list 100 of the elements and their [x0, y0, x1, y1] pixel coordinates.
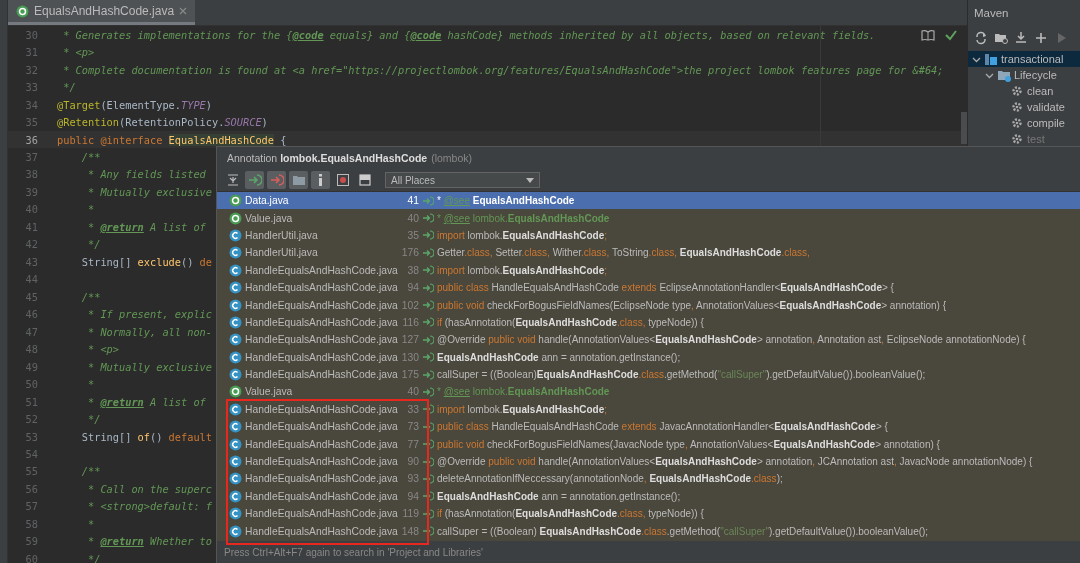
usage-row[interactable]: HandleEqualsAndHashCode.java 94 EqualsAndHashCode ann = annotation.getInstance(); — [217, 487, 1080, 506]
code-line: * — [87, 203, 95, 216]
code-line: /** — [80, 465, 101, 478]
file-name: HandleEqualsAndHashCode.java — [245, 334, 397, 346]
scrollbar[interactable] — [961, 112, 967, 144]
arrow-icon — [422, 352, 434, 363]
usage-row[interactable]: HandleEqualsAndHashCode.java 33 import lombok.EqualsAndHashCode; — [217, 400, 1080, 419]
class-icon — [229, 524, 242, 538]
class-icon — [229, 263, 242, 277]
gear-icon — [1010, 100, 1024, 114]
hint-text: Press Ctrl+Alt+F7 again to search in 'Project and Libraries' — [217, 541, 1080, 563]
usage-row[interactable]: Value.java 40 * @see lombok.EqualsAndHashCode — [217, 383, 1080, 401]
usage-row[interactable]: HandlerUtil.java 35 import lombok.EqualsAndHashCode; — [217, 226, 1080, 245]
usage-code: * @see lombok.EqualsAndHashCode — [437, 212, 611, 224]
usage-row[interactable]: HandleEqualsAndHashCode.java 93 deleteAnnotationIfNeccessary(annotationNode, EqualsAndHashCode.class); — [217, 470, 1080, 488]
usage-code: callSuper = ((Boolean)EqualsAndHashCode.class.getMethod("callSuper").getDefaultValue()).booleanValue(); — [437, 369, 927, 381]
code-line: * Complete documentation is found at <a href="https://projectlombok.org/features/EqualsAndHashCode">the project lombok features page for &#64; — [62, 63, 944, 76]
class-icon — [229, 298, 242, 312]
tree-item[interactable]: clean — [1027, 85, 1054, 97]
expand-icon — [225, 173, 240, 187]
usage-code: @Override public void handle(AnnotationValues<EqualsAndHashCode> annotation, JCAnnotation ast, JavacNode annotationNode) { — [437, 456, 1034, 468]
class-icon — [229, 455, 242, 469]
toggle-button[interactable] — [289, 171, 308, 189]
usage-row[interactable]: HandleEqualsAndHashCode.java 38 import lombok.EqualsAndHashCode; — [217, 261, 1080, 279]
line-number: 50 — [24, 378, 38, 391]
arrow-icon — [422, 421, 434, 432]
usage-row[interactable]: Value.java 40 * @see lombok.EqualsAndHashCode — [217, 209, 1080, 227]
code-line: */ — [87, 552, 101, 563]
arrow-icon — [422, 491, 434, 502]
code-line: * @return Whether to — [87, 535, 212, 548]
line-number: 52 — [24, 413, 38, 426]
code-line: * @return A list of — [87, 395, 206, 408]
line-number: 56 — [24, 482, 38, 495]
usage-row[interactable]: HandleEqualsAndHashCode.java 175 callSuper = ((Boolean)EqualsAndHashCode.class.getMethod("callSuper").getDefaultValue()).booleanValue(); — [217, 365, 1080, 384]
line-number: 49 — [24, 360, 38, 373]
line-number: 55 — [24, 465, 38, 478]
code-line: * — [87, 517, 95, 530]
file-name: HandleEqualsAndHashCode.java — [245, 316, 397, 328]
annotation-icon — [16, 4, 29, 18]
arrow-icon — [422, 195, 434, 206]
file-name: HandleEqualsAndHashCode.java — [245, 456, 397, 468]
line-number: 58 — [24, 517, 38, 530]
tree-item[interactable]: compile — [1027, 117, 1065, 129]
usage-row[interactable]: HandleEqualsAndHashCode.java 90 @Override public void handle(AnnotationValues<EqualsAndHashCode> annotation, JCAnnotation ast, JavacNode annotationNode) { — [217, 452, 1080, 471]
usage-row[interactable]: HandleEqualsAndHashCode.java 127 @Override public void handle(AnnotationValues<EqualsAndHashCode> annotation, Annotation ast, EclipseNode annotationNode) { — [217, 331, 1080, 349]
line-number: 175 — [400, 369, 419, 381]
line-number: 35 — [24, 116, 38, 129]
toggle-button[interactable] — [245, 171, 264, 189]
plus-icon[interactable] — [1034, 31, 1048, 45]
refresh-icon[interactable] — [974, 31, 988, 45]
usage-row[interactable]: HandleEqualsAndHashCode.java 148 callSuper = ((Boolean) EqualsAndHashCode.class.getMethod("callSuper").getDefaultValue()).booleanValue(); — [217, 522, 1080, 540]
code-line: * <strong>default: f — [87, 500, 212, 513]
class-icon — [229, 402, 242, 416]
file-name: HandleEqualsAndHashCode.java — [245, 525, 397, 537]
line-number: 77 — [406, 438, 419, 450]
usage-code: import lombok.EqualsAndHashCode; — [437, 264, 609, 276]
toggle-button[interactable] — [267, 171, 286, 189]
usage-row[interactable]: HandleEqualsAndHashCode.java 119 if (hasAnnotation(EqualsAndHashCode.class, typeNode)) { — [217, 505, 1080, 523]
arrow-icon — [422, 265, 434, 276]
caret-icon — [526, 177, 534, 183]
usage-row[interactable]: HandleEqualsAndHashCode.java 116 if (hasAnnotation(EqualsAndHashCode.class, typeNode)) { — [217, 313, 1080, 332]
code-line: public @interface EqualsAndHashCode { — [56, 133, 287, 146]
folder-icon[interactable] — [994, 31, 1008, 45]
code-line: * Mutually exclusive — [87, 185, 212, 198]
usage-code: public void checkForBogusFieldNames(EclipseNode type, AnnotationValues<EqualsAndHashCode> annotation) { — [437, 299, 947, 311]
line-number: 40 — [406, 212, 419, 224]
file-name: HandleEqualsAndHashCode.java — [245, 490, 397, 502]
scope-dropdown[interactable]: All Places — [385, 172, 540, 188]
line-number: 33 — [406, 403, 419, 415]
line-number: 45 — [24, 290, 38, 303]
toggle-button[interactable] — [311, 171, 330, 189]
info-icon — [319, 174, 322, 186]
arrow-icon — [422, 473, 434, 484]
line-number: 38 — [24, 168, 38, 181]
class-icon — [229, 437, 242, 451]
tree-item[interactable]: Lifecycle — [1014, 69, 1057, 81]
tree-item[interactable]: validate — [1027, 101, 1065, 113]
code-line: */ — [87, 413, 101, 426]
line-number: 38 — [406, 264, 419, 276]
editor-tab[interactable]: EqualsAndHashCode.java — [8, 0, 196, 25]
usage-row[interactable]: HandleEqualsAndHashCode.java 102 public void checkForBogusFieldNames(EclipseNode type, AnnotationValues<EqualsAndHashCode> annotation) { — [217, 296, 1080, 314]
usage-row[interactable]: HandleEqualsAndHashCode.java 130 EqualsAndHashCode ann = annotation.getInstance(); — [217, 348, 1080, 366]
class-icon — [229, 350, 242, 364]
arrow-icon — [422, 317, 434, 328]
usage-row[interactable]: HandleEqualsAndHashCode.java 73 public class HandleEqualsAndHashCode extends JavacAnnotationHandler<EqualsAndHashCode> { — [217, 418, 1080, 436]
usage-row[interactable]: HandlerUtil.java 176 Getter.class, Setter.class, Wither.class, ToString.class, EqualsAndHashCode.class, — [217, 244, 1080, 262]
usage-row[interactable]: HandleEqualsAndHashCode.java 94 public class HandleEqualsAndHashCode extends EclipseAnnotationHandler<EqualsAndHashCode> { — [217, 278, 1080, 297]
file-name: HandlerUtil.java — [245, 229, 319, 241]
arrow-in-icon — [247, 173, 262, 187]
download-icon[interactable] — [1014, 31, 1028, 45]
usage-row[interactable]: HandleEqualsAndHashCode.java 77 public void checkForBogusFieldNames(JavacNode type, AnnotationValues<EqualsAndHashCode> annotation) { — [217, 435, 1080, 453]
folder-icon — [997, 68, 1011, 82]
code-line: * Call on the superc — [87, 482, 212, 495]
arrow-icon — [422, 439, 434, 450]
annotation-icon — [229, 385, 242, 399]
code-line: String[] of() default — [80, 430, 212, 443]
usage-row[interactable]: Data.java 41 * @see EqualsAndHashCode — [217, 192, 1080, 210]
module-icon — [984, 52, 998, 66]
arrow-icon — [422, 300, 434, 311]
gear-icon — [1010, 132, 1024, 146]
